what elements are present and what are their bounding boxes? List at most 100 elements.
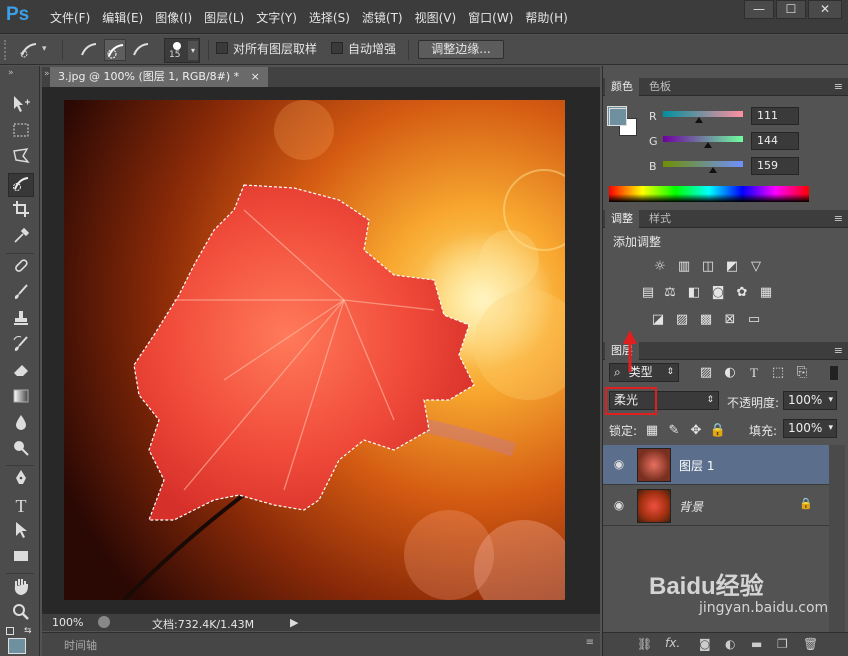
green-value-field[interactable]: 144	[751, 132, 799, 150]
blue-slider[interactable]	[663, 161, 743, 167]
invert-icon[interactable]: ◪	[649, 312, 667, 328]
tab-swatches[interactable]: 色板	[643, 78, 677, 96]
blur-tool-icon[interactable]	[8, 412, 34, 436]
eye-icon[interactable]: ◉	[611, 457, 627, 471]
blue-slider-thumb[interactable]	[709, 167, 717, 173]
document-canvas[interactable]	[64, 100, 565, 600]
threshold-icon[interactable]: ▩	[697, 312, 715, 328]
shape-tool-icon[interactable]	[8, 546, 34, 570]
move-tool-icon[interactable]	[8, 94, 34, 118]
lock-position-icon[interactable]: ✥	[687, 423, 705, 439]
eyedropper-tool-icon[interactable]	[8, 225, 34, 249]
tab-color[interactable]: 颜色	[605, 78, 639, 96]
panel-menu-icon[interactable]: ≡	[834, 80, 843, 93]
layer-row-layer1[interactable]: ◉ 图层 1	[603, 445, 829, 485]
layer-row-background[interactable]: ◉ 背景 🔒	[603, 486, 829, 526]
green-slider[interactable]	[663, 136, 743, 142]
selective-color-icon[interactable]: ⊠	[721, 312, 739, 328]
layers-scrollbar[interactable]	[829, 445, 845, 635]
path-selection-tool-icon[interactable]	[8, 520, 34, 544]
vibrance-icon[interactable]: ▽	[747, 259, 765, 275]
swap-colors-icon[interactable]: ⇆	[24, 626, 32, 636]
document-tab[interactable]: 3.jpg @ 100% (图层 1, RGB/8#) * ×	[50, 67, 268, 87]
quick-selection-preset-icon[interactable]	[18, 39, 40, 61]
preset-dropdown-icon[interactable]: ▾	[42, 44, 47, 54]
gradient-tool-icon[interactable]	[8, 386, 34, 410]
maximize-button[interactable]: ☐	[776, 0, 806, 19]
stamp-tool-icon[interactable]	[8, 308, 34, 332]
foreground-color-chip-front[interactable]	[609, 108, 627, 126]
tab-adjustments[interactable]: 调整	[605, 210, 639, 228]
red-slider-thumb[interactable]	[695, 117, 703, 123]
foreground-color-swatch[interactable]	[8, 638, 26, 654]
lasso-tool-icon[interactable]	[8, 146, 34, 170]
zoom-tool-icon[interactable]	[8, 602, 34, 626]
add-to-selection-icon[interactable]	[104, 39, 126, 61]
filter-toggle[interactable]	[829, 365, 839, 381]
new-selection-icon[interactable]	[78, 39, 100, 61]
menu-select[interactable]: 选择(S)	[303, 9, 356, 27]
blue-value-field[interactable]: 159	[751, 157, 799, 175]
new-group-icon[interactable]: ▬	[751, 637, 762, 651]
pen-tool-icon[interactable]	[8, 468, 34, 492]
status-info-icon[interactable]	[98, 616, 110, 628]
hand-tool-icon[interactable]	[8, 576, 34, 600]
timeline-tab[interactable]: 时间轴	[64, 637, 97, 653]
menu-file[interactable]: 文件(F)	[44, 9, 96, 27]
delete-layer-icon[interactable]: 🗑	[803, 637, 818, 651]
healing-brush-tool-icon[interactable]	[8, 256, 34, 280]
lock-transparent-icon[interactable]: ▦	[643, 423, 661, 439]
exposure-icon[interactable]: ◩	[723, 259, 741, 275]
color-lookup-icon[interactable]: ▦	[757, 285, 775, 301]
type-tool-icon[interactable]: T	[8, 494, 34, 518]
layer1-name[interactable]: 图层 1	[679, 457, 714, 474]
panel-menu-icon[interactable]: ≡	[834, 344, 843, 357]
sample-all-layers-checkbox[interactable]	[216, 42, 228, 54]
levels-icon[interactable]: ▥	[675, 259, 693, 275]
status-menu-arrow-icon[interactable]: ▶	[290, 616, 298, 629]
red-slider[interactable]	[663, 111, 743, 117]
menu-layer[interactable]: 图层(L)	[198, 9, 250, 27]
brush-tool-icon[interactable]	[8, 282, 34, 306]
zoom-level[interactable]: 100%	[52, 616, 83, 629]
auto-enhance-checkbox[interactable]	[331, 42, 343, 54]
curves-icon[interactable]: ◫	[699, 259, 717, 275]
minimize-button[interactable]: —	[744, 0, 774, 19]
menu-image[interactable]: 图像(I)	[149, 9, 198, 27]
menu-window[interactable]: 窗口(W)	[462, 9, 519, 27]
panel-collapse-icon[interactable]: »	[44, 69, 50, 79]
filter-adjustment-icon[interactable]: ◐	[721, 365, 739, 381]
green-slider-thumb[interactable]	[704, 142, 712, 148]
history-brush-tool-icon[interactable]	[8, 334, 34, 358]
options-grip[interactable]	[4, 40, 8, 60]
crop-tool-icon[interactable]	[8, 199, 34, 223]
add-mask-icon[interactable]: ◙	[699, 637, 711, 651]
brightness-contrast-icon[interactable]: ☼	[651, 259, 669, 275]
quick-selection-tool-icon[interactable]	[8, 173, 34, 197]
close-button[interactable]: ✕	[808, 0, 842, 19]
brush-size-picker[interactable]: 15 ▾	[164, 38, 200, 63]
filter-pixel-icon[interactable]: ▨	[697, 365, 715, 381]
new-layer-icon[interactable]: ❐	[777, 637, 788, 651]
filter-smart-object-icon[interactable]: ⎘	[793, 365, 811, 381]
background-layer-name[interactable]: 背景	[679, 498, 703, 515]
lock-image-icon[interactable]: ✎	[665, 423, 683, 439]
panel-menu-icon[interactable]: ≡	[834, 212, 843, 225]
menu-help[interactable]: 帮助(H)	[519, 9, 573, 27]
hue-saturation-icon[interactable]: ▤	[639, 285, 657, 301]
menu-filter[interactable]: 滤镜(T)	[356, 9, 409, 27]
timeline-menu-icon[interactable]: ≡	[586, 637, 594, 648]
fill-field[interactable]: 100% ▾	[783, 419, 837, 438]
photo-filter-icon[interactable]: ◙	[709, 285, 727, 301]
gradient-map-icon[interactable]: ▭	[745, 312, 763, 328]
document-tab-close-icon[interactable]: ×	[251, 70, 260, 83]
subtract-from-selection-icon[interactable]	[130, 39, 152, 61]
marquee-tool-icon[interactable]	[8, 120, 34, 144]
link-layers-icon[interactable]: ⛓	[637, 637, 652, 651]
menu-view[interactable]: 视图(V)	[409, 9, 463, 27]
menu-type[interactable]: 文字(Y)	[250, 9, 303, 27]
layer-filter-kind-select[interactable]: ⌕ 类型 ⇕	[609, 363, 679, 382]
black-white-icon[interactable]: ◧	[685, 285, 703, 301]
toolbox-collapse-icon[interactable]: »	[8, 68, 14, 78]
refine-edge-button[interactable]: 调整边缘...	[418, 40, 504, 59]
